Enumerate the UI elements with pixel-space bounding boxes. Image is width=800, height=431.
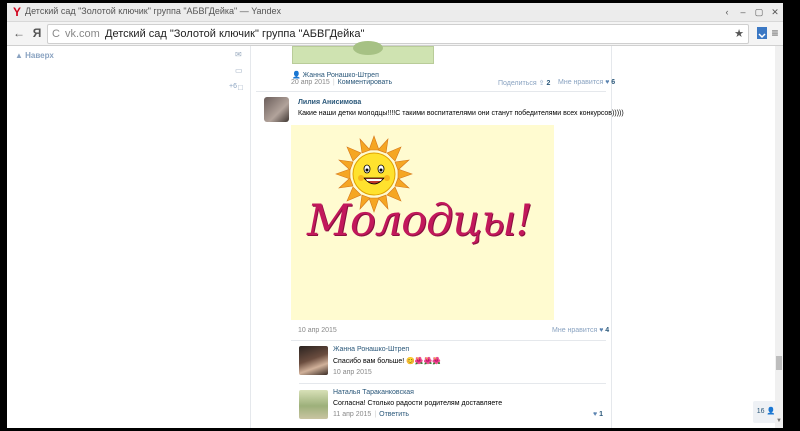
like-button[interactable]: Мне нравится ♥ 6 [558, 79, 615, 86]
wall-feed: 👤 Жанна Ронашко-Штреп 20 апр 2015 | Коммен… [251, 41, 624, 428]
minimize-button[interactable]: – [735, 3, 751, 21]
comments-icon[interactable]: ▭ [235, 66, 243, 75]
post-date[interactable]: 10 апр 2015 [298, 327, 337, 334]
scroll-top-link[interactable]: ▲ Наверх [15, 51, 54, 60]
browser-window: Y Детский сад "Золотой ключик" группа "А… [7, 3, 783, 428]
reply-author[interactable]: Наталья Тараканковская [333, 389, 414, 396]
close-button[interactable]: ✕ [767, 3, 783, 21]
reply-author[interactable]: Жанна Ронашко-Штреп [333, 346, 409, 353]
title-bar: Y Детский сад "Золотой ключик" группа "А… [7, 3, 783, 22]
window-title: Детский сад "Золотой ключик" группа "АБВ… [25, 6, 282, 16]
user-icon: 👤 [766, 408, 776, 415]
scrollbar[interactable]: ▼ [775, 46, 783, 428]
address-page-title: Детский сад "Золотой ключик" группа "АБВ… [105, 28, 365, 40]
back-button[interactable]: ← [11, 24, 27, 42]
previous-post-author[interactable]: 👤 Жанна Ронашко-Штреп [292, 71, 379, 79]
reply-date[interactable]: 10 апр 2015 [333, 369, 372, 376]
post-author[interactable]: Лилия Анисимова [298, 99, 361, 106]
reply-link[interactable]: Ответить [379, 411, 409, 418]
post-divider [256, 91, 606, 92]
reply-divider [291, 340, 606, 341]
reply-text: Согласна! Столько радости родителям дост… [333, 400, 503, 407]
avatar[interactable] [299, 346, 328, 375]
maximize-button[interactable]: ▢ [751, 3, 767, 21]
yandex-logo-icon: Y [12, 5, 21, 19]
like-button[interactable]: ♥ 1 [593, 411, 603, 418]
address-bar[interactable]: C vk.com Детский сад "Золотой ключик" гр… [47, 24, 749, 44]
share-icon: ⇪ [538, 80, 545, 87]
reload-icon[interactable]: C [52, 25, 60, 43]
previous-post-meta: 20 апр 2015 | Комментировать [291, 79, 393, 86]
avatar[interactable] [264, 97, 289, 122]
reply-text: Спасибо вам больше! 😊🌺🌺🌺 [333, 358, 442, 365]
comment-link[interactable]: Комментировать [338, 79, 393, 86]
back-window-button[interactable]: ‹ [719, 3, 735, 21]
menu-icon[interactable]: ≡ [767, 24, 783, 42]
messages-icon[interactable]: ✉ [235, 50, 242, 59]
browser-toolbar: ← Я C vk.com Детский сад "Золотой ключик… [7, 22, 783, 46]
avatar[interactable] [299, 390, 328, 419]
share-button[interactable]: Поделиться ⇪ 2 [498, 79, 550, 87]
previous-post-image[interactable] [292, 41, 434, 64]
box-icon[interactable]: □ [238, 83, 243, 92]
image-caption: Молодцы! [307, 196, 533, 246]
post-text: Какие наши детки молодцы!!!!С такими вос… [298, 110, 624, 117]
heart-icon: ♥ [605, 79, 610, 86]
reply-meta: 11 апр 2015 | Ответить [333, 411, 410, 418]
user-icon: 👤 [292, 72, 301, 79]
scroll-down-icon[interactable]: ▼ [775, 418, 783, 428]
post-date[interactable]: 20 апр 2015 [291, 79, 330, 86]
scrollbar-thumb[interactable] [776, 356, 782, 370]
page-content: ▲ Наверх ✉ ▭ +6 □ 👤 Жанна Ронашко-Штреп … [7, 41, 783, 428]
like-button[interactable]: Мне нравится ♥ 4 [552, 327, 609, 334]
yandex-button[interactable]: Я [29, 24, 45, 42]
heart-icon: ♥ [593, 411, 598, 418]
counter-badge: +6 [229, 83, 237, 90]
post-image[interactable]: Молодцы! [291, 125, 554, 320]
column-divider-right [611, 46, 612, 428]
heart-icon: ♥ [599, 327, 604, 334]
seal-image [353, 41, 383, 55]
reply-divider [299, 383, 606, 384]
bookmark-star-icon[interactable]: ★ [734, 25, 744, 43]
reply-date[interactable]: 11 апр 2015 [333, 411, 371, 418]
address-domain: vk.com [65, 28, 100, 40]
